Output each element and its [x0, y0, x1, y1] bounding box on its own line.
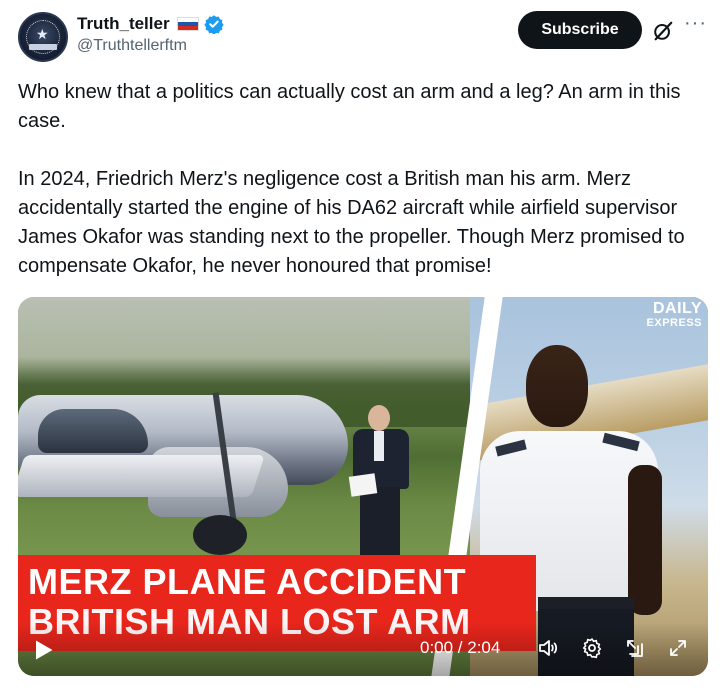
pilot-head — [526, 345, 588, 427]
post-header: ★ Truth_teller @Truthtellerftm Subscribe… — [16, 10, 706, 66]
post-paragraph-2: In 2024, Friedrich Merz's negligence cos… — [18, 168, 685, 277]
settings-icon[interactable] — [580, 636, 604, 660]
volume-icon[interactable] — [536, 636, 560, 660]
aircraft-canopy — [38, 409, 148, 453]
brand-line-1: DAILY — [652, 300, 702, 317]
man-head — [368, 405, 390, 431]
post-paragraph-1: Who knew that a politics can actually co… — [18, 81, 681, 132]
subscribe-button[interactable]: Subscribe — [518, 11, 642, 49]
man-shirt — [374, 431, 384, 461]
avatar-banner — [29, 44, 57, 50]
video-controls: 0:00 / 2:04 — [18, 622, 708, 676]
pip-icon[interactable] — [624, 636, 648, 660]
handle[interactable]: @Truthtellerftm — [77, 37, 187, 55]
man-legs — [360, 487, 400, 557]
post-text: Who knew that a politics can actually co… — [18, 78, 708, 281]
headline-line-1: MERZ PLANE ACCIDENT — [28, 561, 467, 602]
play-icon[interactable] — [34, 639, 54, 661]
video-time: 0:00 / 2:04 — [420, 638, 501, 657]
pilot-arm — [628, 465, 662, 615]
man-paper — [348, 473, 378, 497]
daily-express-logo: DAILY EXPRESS — [638, 300, 702, 330]
avatar[interactable]: ★ — [18, 12, 68, 62]
display-name[interactable]: Truth_teller — [77, 14, 170, 34]
video-player[interactable]: DAILY EXPRESS MERZ PLANE ACCIDENT BRITIS… — [18, 297, 708, 676]
grok-icon[interactable] — [652, 20, 674, 42]
brand-line-2: EXPRESS — [646, 317, 702, 329]
aircraft-wheel — [193, 515, 247, 555]
star-icon: ★ — [36, 26, 49, 42]
fullscreen-icon[interactable] — [666, 636, 690, 660]
more-icon[interactable]: ··· — [684, 13, 706, 38]
man-in-suit — [348, 405, 428, 557]
verified-badge-icon — [203, 15, 224, 34]
name-row: Truth_teller — [77, 13, 224, 35]
russia-flag-icon — [176, 17, 199, 31]
